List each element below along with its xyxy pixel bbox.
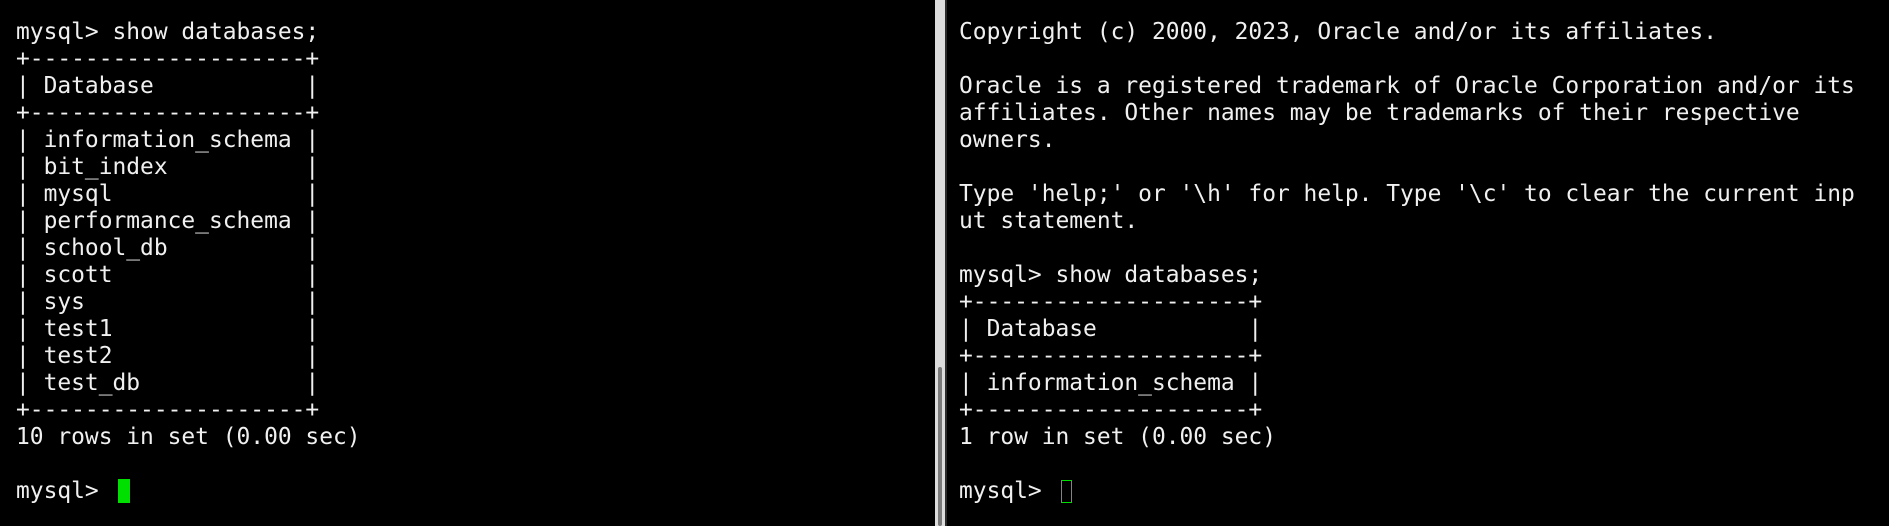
terminal-line: | information_schema | <box>16 127 320 153</box>
terminal-line: +--------------------+ <box>16 46 320 72</box>
terminal-line: 1 row in set (0.00 sec) <box>959 424 1276 450</box>
terminal-line: | scott | <box>16 262 320 288</box>
right-terminal-pane[interactable]: Copyright (c) 2000, 2023, Oracle and/or … <box>947 0 1889 526</box>
terminal-line: | Database | <box>959 316 1263 342</box>
terminal-line: | test2 | <box>16 343 320 369</box>
terminal-line: | information_schema | <box>959 370 1263 396</box>
terminal-line: | test1 | <box>16 316 320 342</box>
terminal-line: owners. <box>959 127 1056 153</box>
active-prompt-line[interactable]: mysql> <box>16 478 361 505</box>
left-terminal-output: mysql> show databases; +-----------------… <box>16 19 361 505</box>
terminal-line: +--------------------+ <box>959 343 1263 369</box>
terminal-line: +--------------------+ <box>16 100 320 126</box>
terminal-line: | Database | <box>16 73 320 99</box>
terminal-line: | school_db | <box>16 235 320 261</box>
terminal-line: | mysql | <box>16 181 320 207</box>
terminal-line: affiliates. Other names may be trademark… <box>959 100 1800 126</box>
terminal-line: | bit_index | <box>16 154 320 180</box>
terminal-line: +--------------------+ <box>959 397 1263 423</box>
terminal-cursor-icon <box>118 479 131 503</box>
terminal-line: Oracle is a registered trademark of Orac… <box>959 73 1855 99</box>
terminal-line: 10 rows in set (0.00 sec) <box>16 424 361 450</box>
active-prompt-line[interactable]: mysql> <box>959 478 1855 505</box>
scrollbar[interactable] <box>935 0 945 526</box>
prompt-text: mysql> <box>959 478 1056 504</box>
terminal-line: | performance_schema | <box>16 208 320 234</box>
terminal-cursor-icon <box>1061 480 1073 503</box>
right-terminal-output: Copyright (c) 2000, 2023, Oracle and/or … <box>959 19 1855 505</box>
terminal-line: +--------------------+ <box>959 289 1263 315</box>
terminal-line: Copyright (c) 2000, 2023, Oracle and/or … <box>959 19 1717 45</box>
terminal-line: +--------------------+ <box>16 397 320 423</box>
terminal-line: ut statement. <box>959 208 1139 234</box>
terminal-window: mysql> show databases; +-----------------… <box>0 0 1889 526</box>
terminal-line: | test_db | <box>16 370 320 396</box>
prompt-text: mysql> <box>16 478 113 504</box>
terminal-line: Type 'help;' or '\h' for help. Type '\c'… <box>959 181 1855 207</box>
terminal-line: mysql> show databases; <box>16 19 320 45</box>
terminal-line: mysql> show databases; <box>959 262 1263 288</box>
terminal-line: | sys | <box>16 289 320 315</box>
scrollbar-thumb[interactable] <box>938 367 942 526</box>
left-terminal-pane[interactable]: mysql> show databases; +-----------------… <box>0 0 935 526</box>
